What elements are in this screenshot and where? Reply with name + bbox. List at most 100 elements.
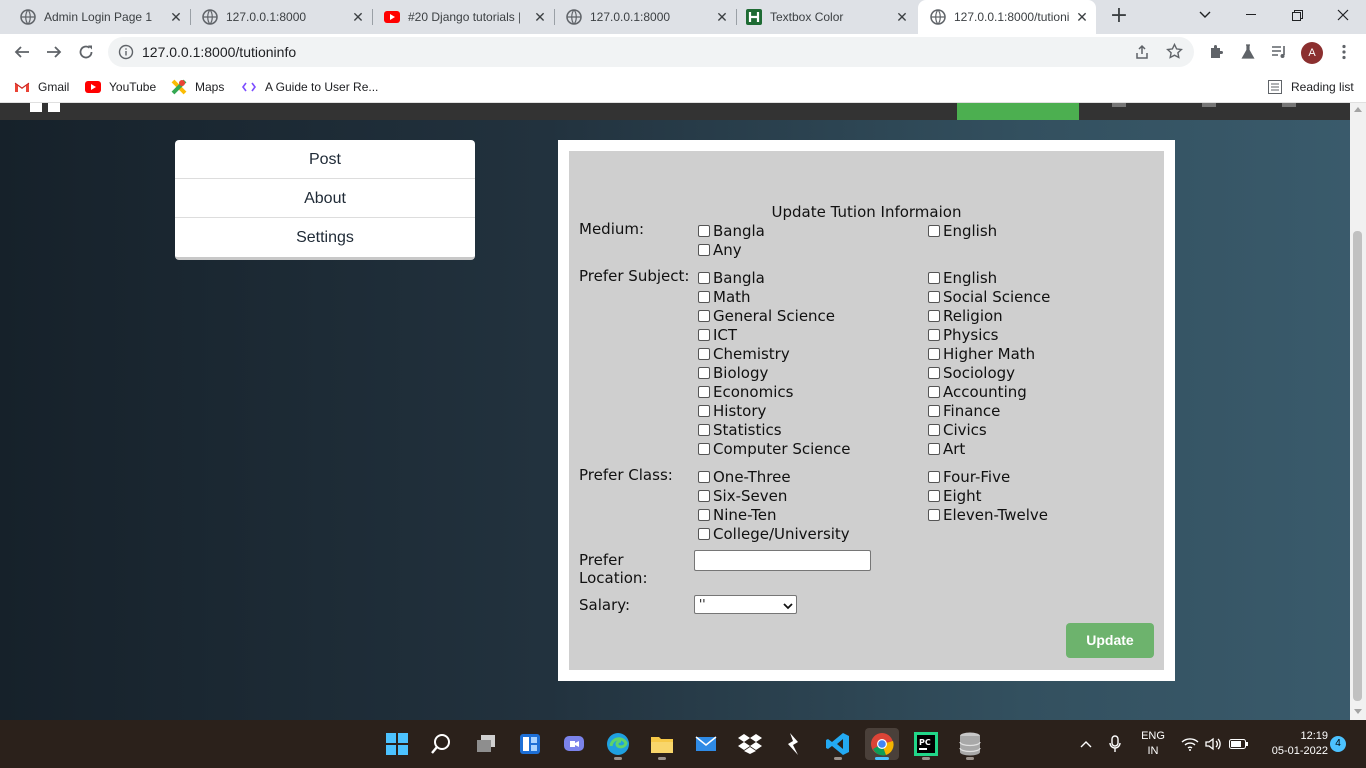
location-input[interactable] [694, 550, 871, 571]
scroll-up-arrow-icon[interactable] [1354, 107, 1362, 112]
nav-active-item[interactable] [957, 103, 1079, 120]
notification-badge[interactable]: 4 [1330, 736, 1346, 752]
nav-item[interactable] [1282, 103, 1296, 107]
menu-item-about[interactable]: About [175, 179, 475, 218]
wifi-icon[interactable] [1180, 720, 1200, 768]
checkbox[interactable] [698, 527, 710, 540]
volume-icon[interactable] [1204, 720, 1224, 768]
subject-checkbox[interactable]: Physics [928, 325, 998, 344]
close-window-icon[interactable] [1320, 0, 1366, 30]
bookmark-gmail[interactable]: Gmail [14, 77, 69, 97]
media-control-icon[interactable] [1267, 40, 1291, 64]
bookmark-maps[interactable]: Maps [171, 77, 224, 97]
class-checkbox[interactable]: Eleven-Twelve [928, 505, 1048, 524]
subject-checkbox[interactable]: Bangla [698, 268, 765, 287]
system-clock[interactable]: 12:19 05-01-2022 [1258, 729, 1328, 759]
chevron-up-icon[interactable] [1076, 720, 1096, 768]
checkbox[interactable] [928, 508, 940, 521]
task-view-icon[interactable] [469, 728, 503, 760]
reading-list-button[interactable]: Reading list [1267, 77, 1354, 97]
menu-item-settings[interactable]: Settings [175, 218, 475, 257]
labs-flask-icon[interactable] [1236, 40, 1260, 64]
browser-tab[interactable]: Admin Login Page 1 ✕ [0, 0, 190, 34]
class-checkbox[interactable]: Four-Five [928, 467, 1010, 486]
salary-select[interactable]: '' [694, 595, 797, 614]
subject-checkbox[interactable]: Statistics [698, 420, 782, 439]
medium-checkbox[interactable]: Any [698, 240, 742, 259]
mail-icon[interactable] [689, 728, 723, 760]
checkbox[interactable] [698, 271, 710, 284]
close-tab-icon[interactable]: ✕ [1074, 9, 1090, 25]
back-arrow-icon[interactable] [9, 39, 35, 65]
subject-checkbox[interactable]: Biology [698, 363, 768, 382]
extensions-icon[interactable] [1204, 40, 1228, 64]
checkbox[interactable] [698, 404, 710, 417]
browser-tab[interactable]: #20 Django tutorials | ✕ [364, 0, 554, 34]
restore-icon[interactable] [1274, 0, 1320, 30]
medium-checkbox[interactable]: Bangla [698, 221, 765, 240]
checkbox[interactable] [698, 347, 710, 360]
battery-icon[interactable] [1228, 720, 1250, 768]
edge-browser-icon[interactable] [601, 728, 635, 760]
nav-item[interactable] [1202, 103, 1216, 107]
windows-start-icon[interactable] [380, 728, 414, 760]
bolt-app-icon[interactable] [777, 728, 811, 760]
class-checkbox[interactable]: One-Three [698, 467, 791, 486]
menu-item-post[interactable]: Post [175, 140, 475, 179]
subject-checkbox[interactable]: History [698, 401, 766, 420]
checkbox[interactable] [928, 328, 940, 341]
subject-checkbox[interactable]: Chemistry [698, 344, 790, 363]
subject-checkbox[interactable]: Math [698, 287, 751, 306]
checkbox[interactable] [928, 224, 940, 237]
checkbox[interactable] [928, 423, 940, 436]
scroll-down-arrow-icon[interactable] [1354, 709, 1362, 714]
subject-checkbox[interactable]: Art [928, 439, 965, 458]
share-icon[interactable] [1134, 44, 1150, 64]
site-logo[interactable] [30, 103, 64, 112]
database-icon[interactable] [953, 728, 987, 760]
menu-kebab-icon[interactable] [1332, 40, 1356, 64]
bookmark-guide[interactable]: A Guide to User Re... [241, 77, 378, 97]
checkbox[interactable] [698, 243, 710, 256]
profile-avatar[interactable]: A [1301, 42, 1323, 64]
class-checkbox[interactable]: College/University [698, 524, 850, 543]
checkbox[interactable] [698, 224, 710, 237]
checkbox[interactable] [928, 470, 940, 483]
checkbox[interactable] [698, 309, 710, 322]
checkbox[interactable] [928, 347, 940, 360]
subject-checkbox[interactable]: Accounting [928, 382, 1027, 401]
info-icon[interactable] [118, 44, 134, 64]
checkbox[interactable] [698, 470, 710, 483]
subject-checkbox[interactable]: General Science [698, 306, 835, 325]
widgets-icon[interactable] [513, 728, 547, 760]
subject-checkbox[interactable]: Finance [928, 401, 1000, 420]
subject-checkbox[interactable]: Sociology [928, 363, 1015, 382]
file-explorer-icon[interactable] [645, 728, 679, 760]
browser-tab[interactable]: 127.0.0.1:8000 ✕ [546, 0, 736, 34]
bookmark-star-icon[interactable] [1166, 42, 1183, 64]
tab-search-icon[interactable] [1182, 0, 1228, 30]
checkbox[interactable] [698, 442, 710, 455]
pycharm-icon[interactable]: PC [909, 728, 943, 760]
checkbox[interactable] [698, 489, 710, 502]
checkbox[interactable] [928, 489, 940, 502]
checkbox[interactable] [698, 385, 710, 398]
nav-item[interactable] [1112, 103, 1126, 107]
dropbox-icon[interactable] [733, 728, 767, 760]
class-checkbox[interactable]: Eight [928, 486, 982, 505]
reload-icon[interactable] [73, 39, 99, 65]
subject-checkbox[interactable]: Religion [928, 306, 1003, 325]
subject-checkbox[interactable]: Civics [928, 420, 987, 439]
update-button[interactable]: Update [1066, 623, 1154, 658]
subject-checkbox[interactable]: English [928, 268, 997, 287]
bookmark-youtube[interactable]: YouTube [85, 77, 156, 97]
checkbox[interactable] [928, 271, 940, 284]
scrollbar-thumb[interactable] [1353, 231, 1362, 701]
subject-checkbox[interactable]: Higher Math [928, 344, 1035, 363]
search-icon[interactable] [424, 728, 458, 760]
checkbox[interactable] [698, 328, 710, 341]
checkbox[interactable] [698, 366, 710, 379]
browser-tab-active[interactable]: 127.0.0.1:8000/tutioni ✕ [918, 0, 1096, 34]
checkbox[interactable] [928, 366, 940, 379]
medium-checkbox[interactable]: English [928, 221, 997, 240]
